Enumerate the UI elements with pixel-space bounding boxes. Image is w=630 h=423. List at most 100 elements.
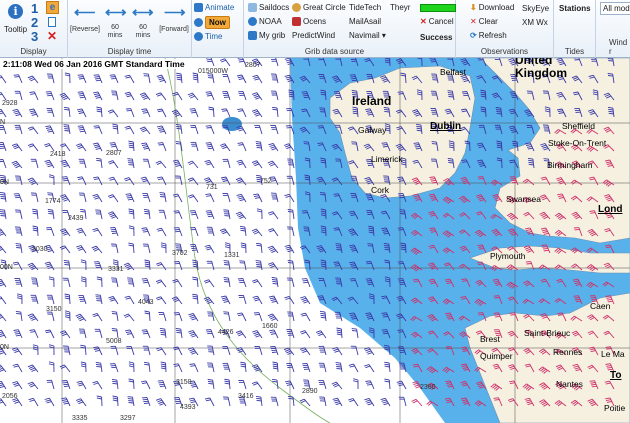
tidetech-button[interactable]: TideTech bbox=[349, 3, 381, 12]
step-forward-arrow-icon[interactable]: ⟷ bbox=[132, 3, 153, 21]
place-tours[interactable]: To bbox=[610, 370, 621, 381]
time-button[interactable]: Time bbox=[194, 32, 222, 41]
animate-button[interactable]: Animate bbox=[194, 3, 234, 12]
wind-barb bbox=[155, 160, 167, 169]
place-limerick[interactable]: Limerick bbox=[371, 154, 403, 164]
place-rennes[interactable]: Rennes bbox=[553, 347, 582, 357]
tooltip-button[interactable]: i Tooltip bbox=[4, 4, 27, 34]
wind-barb bbox=[205, 58, 215, 67]
noaa-button[interactable]: NOAA bbox=[248, 17, 282, 26]
all-models-dropdown[interactable]: All mode bbox=[600, 2, 630, 15]
place-poitiers[interactable]: Poitie bbox=[604, 403, 625, 413]
latitude-label-4: 0N bbox=[0, 344, 9, 351]
wind-barb bbox=[236, 125, 247, 135]
cancel-button[interactable]: ✕ Cancel bbox=[420, 17, 454, 26]
great-circle-icon bbox=[292, 3, 301, 12]
place-plymouth[interactable]: Plymouth bbox=[490, 251, 525, 261]
stations-button[interactable]: Stations bbox=[559, 4, 591, 13]
place-stoke-on-trent[interactable]: Stoke-On-Trent bbox=[548, 138, 606, 148]
wind-barb bbox=[173, 363, 183, 373]
contour-label: 3150 bbox=[176, 379, 192, 386]
wind-barb bbox=[223, 277, 231, 288]
wind-barb bbox=[59, 364, 71, 373]
forward-arrow-icon[interactable]: ⟶ bbox=[164, 3, 185, 21]
wind-barb bbox=[205, 125, 215, 135]
xmwx-button[interactable]: XM Wx bbox=[522, 18, 548, 27]
reverse-arrow-icon[interactable]: ⟵ bbox=[74, 3, 95, 21]
wind-barb bbox=[318, 345, 327, 356]
wind-barb bbox=[27, 313, 39, 322]
wind-barb bbox=[351, 328, 359, 339]
wind-barb bbox=[318, 379, 327, 390]
display-2-button[interactable]: 2 bbox=[31, 15, 38, 30]
wind-barb bbox=[272, 106, 279, 118]
wind-barb bbox=[384, 361, 391, 373]
forward-60-mins-button[interactable]: 60 mins bbox=[132, 24, 154, 40]
wind-barb bbox=[187, 177, 199, 186]
place-cork[interactable]: Cork bbox=[371, 185, 389, 195]
saildocs-button[interactable]: Saildocs bbox=[248, 3, 289, 12]
navimail-dropdown[interactable]: Navimail ▾ bbox=[349, 31, 386, 40]
wind-barb bbox=[0, 380, 7, 390]
place-swansea[interactable]: Swansea bbox=[506, 194, 541, 204]
place-quimper[interactable]: Quimper bbox=[480, 351, 513, 361]
contour-label: 1660 bbox=[262, 323, 278, 330]
wind-barb bbox=[0, 108, 7, 118]
place-dublin[interactable]: Dublin bbox=[430, 121, 461, 132]
place-sheffield[interactable]: Sheffield bbox=[562, 121, 595, 131]
place-galway[interactable]: Galway bbox=[358, 125, 386, 135]
wind-barb bbox=[252, 74, 263, 84]
step-back-arrow-icon[interactable]: ⟷ bbox=[105, 3, 126, 21]
wind-barb bbox=[75, 143, 87, 152]
place-saint-brieuc[interactable]: Saint-Brieuc bbox=[524, 328, 570, 338]
wind-barb bbox=[127, 396, 135, 407]
place-le-mans[interactable]: Le Ma bbox=[601, 349, 625, 359]
back-60-mins-button[interactable]: 60 mins bbox=[104, 24, 126, 40]
weather-map[interactable]: 2:11:08 Wed 06 Jan 2016 GMT Standard Tim… bbox=[0, 58, 630, 423]
wind-barb bbox=[175, 328, 183, 339]
wind-barb bbox=[45, 329, 55, 339]
place-belfast[interactable]: Belfast bbox=[440, 67, 466, 77]
ocens-button[interactable]: Ocens bbox=[292, 17, 326, 26]
wind-barb bbox=[364, 397, 375, 407]
display-1-button[interactable]: 1 bbox=[31, 1, 38, 16]
wind-barb bbox=[142, 192, 151, 203]
display-3-button[interactable]: 3 bbox=[31, 29, 38, 44]
place-nantes[interactable]: Nantes bbox=[556, 379, 583, 389]
place-brest[interactable]: Brest bbox=[480, 334, 500, 344]
wind-barb bbox=[219, 143, 231, 152]
great-circle-button[interactable]: Great Circle bbox=[292, 3, 346, 12]
place-london[interactable]: Lond bbox=[598, 204, 622, 215]
mailasail-button[interactable]: MailAsail bbox=[349, 17, 381, 26]
wind-barb bbox=[253, 312, 263, 322]
document-icon[interactable] bbox=[48, 17, 56, 27]
forward-button[interactable]: [Forward] bbox=[156, 26, 192, 34]
wind-barb bbox=[141, 380, 151, 390]
place-caen[interactable]: Caen bbox=[590, 301, 610, 311]
wind-barb bbox=[267, 313, 279, 322]
theyr-button[interactable]: Theyr bbox=[390, 3, 410, 12]
predictwind-button[interactable]: PredictWind bbox=[292, 31, 335, 40]
my-grib-button[interactable]: My grib bbox=[248, 31, 285, 40]
refresh-button[interactable]: ⟳ Refresh bbox=[470, 31, 507, 40]
now-button[interactable]: Now bbox=[194, 16, 230, 29]
download-button[interactable]: ⬇ Download bbox=[470, 3, 514, 12]
wind-barb bbox=[64, 72, 71, 84]
wind-barb bbox=[44, 397, 55, 407]
place-birmingham[interactable]: Birmingham bbox=[547, 160, 592, 170]
wind-barb bbox=[284, 244, 295, 254]
wind-barb bbox=[31, 277, 39, 288]
guest-mode-icon[interactable]: e bbox=[46, 1, 59, 14]
wind-barb bbox=[286, 175, 295, 186]
skyeye-button[interactable]: SkyEye bbox=[522, 4, 549, 13]
now-label: Now bbox=[205, 16, 230, 29]
close-icon[interactable]: ✕ bbox=[47, 29, 57, 43]
reverse-button[interactable]: [Reverse] bbox=[68, 26, 102, 34]
wind-barb bbox=[0, 75, 7, 84]
map-canvas[interactable] bbox=[0, 58, 630, 423]
wind-barb bbox=[80, 276, 87, 288]
clear-button[interactable]: ✕ Clear bbox=[470, 17, 498, 26]
wind-barb bbox=[78, 294, 87, 305]
wind-barb bbox=[46, 294, 55, 305]
wind-barb bbox=[127, 158, 135, 169]
